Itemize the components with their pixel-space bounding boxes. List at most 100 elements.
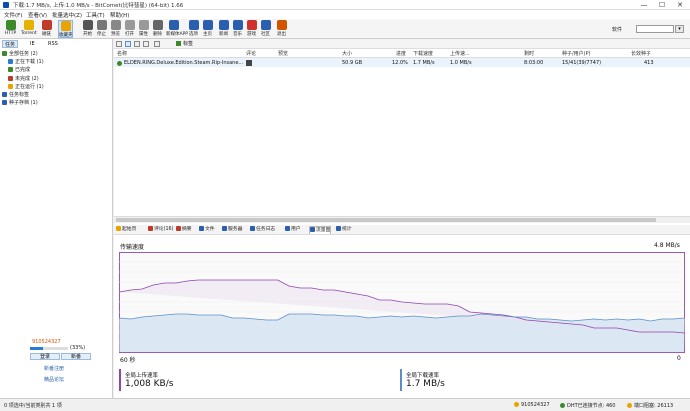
properties-icon bbox=[138, 20, 149, 30]
list-view-icon[interactable] bbox=[116, 41, 122, 47]
column-header-comment[interactable]: 评论 bbox=[246, 50, 256, 57]
boutique-link[interactable]: 精品论坛 bbox=[44, 376, 64, 383]
menu-view[interactable]: 查看(V) bbox=[28, 11, 47, 19]
column-header-preview[interactable]: 预览 bbox=[278, 50, 288, 57]
status-account: 910524327 bbox=[514, 402, 550, 408]
detail-tab-bar: 起始页 评论(16) 摘要 文件 服务器 任务日志 用户 流量图 统计 bbox=[114, 225, 690, 235]
tree-item[interactable]: 种子存档 (1) bbox=[2, 99, 38, 106]
tree-item[interactable]: 正在下载 (1) bbox=[8, 58, 44, 65]
options-button[interactable]: 选项 bbox=[186, 20, 201, 38]
game-button[interactable]: 游戏 bbox=[244, 20, 259, 38]
properties-button[interactable]: 属性 bbox=[136, 20, 151, 38]
tab-traffic[interactable]: 流量图 bbox=[309, 226, 332, 234]
port-status: 端口阻塞: 26113 bbox=[627, 402, 673, 409]
torrent-label: Torrent bbox=[21, 31, 37, 36]
filter-icon[interactable] bbox=[134, 41, 140, 47]
account-number: 910524327 bbox=[32, 339, 61, 345]
sidebar: 任务 IE RSS 910524327 (33%) 登录 新番 新番注册 精品论… bbox=[0, 39, 113, 398]
menu-tools[interactable]: 工具(T) bbox=[86, 11, 105, 19]
downloading-status-icon bbox=[117, 61, 122, 66]
tree-item[interactable]: 未完成 (2) bbox=[8, 75, 39, 82]
open-button[interactable]: 打开 bbox=[122, 20, 137, 38]
menu-help[interactable]: 帮助(H) bbox=[110, 11, 129, 19]
horizontal-scrollbar[interactable] bbox=[114, 216, 690, 223]
stop-icon bbox=[96, 20, 107, 30]
comment-icon[interactable] bbox=[246, 60, 252, 66]
tag-button[interactable]: 标签 bbox=[183, 40, 193, 47]
task-list-header: 名称 评论 预览 大小 进度 下载速度 上传速... 剩时 种子/用户(P) 长效种子 bbox=[114, 49, 690, 58]
upload-legend-value: 1,008 KB/s bbox=[125, 379, 174, 389]
home-label: 主页 bbox=[203, 32, 212, 37]
status-bar: 0 项选中/当前类别共 1 项 910524327 DHT已连接节点: 460 … bbox=[0, 398, 690, 411]
tab-files[interactable]: 文件 bbox=[199, 226, 215, 234]
tree-item[interactable]: 正在运行 (1) bbox=[8, 83, 44, 90]
favorites-button[interactable]: 收藏夹 bbox=[58, 20, 73, 38]
graph-right-label: 0 bbox=[677, 355, 681, 362]
column-header-progress[interactable]: 进度 bbox=[396, 50, 406, 57]
app-icon bbox=[168, 20, 179, 30]
download-legend-value: 1.7 MB/s bbox=[406, 379, 445, 389]
tree-item[interactable]: 任务标签 bbox=[2, 91, 29, 98]
column-header-size[interactable]: 大小 bbox=[342, 50, 352, 57]
tab-start[interactable]: 起始页 bbox=[116, 226, 136, 234]
search-input[interactable] bbox=[636, 25, 674, 33]
close-button[interactable]: ✕ bbox=[671, 0, 689, 10]
column-header-seeds[interactable]: 种子/用户(P) bbox=[562, 50, 591, 57]
tab-log[interactable]: 任务日志 bbox=[250, 226, 275, 234]
sidebar-tab-rss[interactable]: RSS bbox=[46, 40, 60, 48]
column-header-down[interactable]: 下载速度 bbox=[413, 50, 433, 57]
menu-batch[interactable]: 批量选中(Z) bbox=[52, 11, 82, 19]
menu-bar: 文件(F) 查看(V) 批量选中(Z) 工具(T) 帮助(H) bbox=[0, 10, 690, 19]
search-category-label[interactable]: 软件 bbox=[612, 26, 622, 33]
torrent-button[interactable]: Torrent bbox=[21, 20, 37, 38]
tree-item[interactable]: 已完成 bbox=[8, 66, 30, 73]
news-button[interactable]: 新闻 bbox=[216, 20, 231, 38]
maximize-button[interactable]: ☐ bbox=[653, 0, 671, 10]
app-button[interactable]: 新媒体APP bbox=[166, 20, 188, 38]
traffic-tab-icon bbox=[310, 227, 315, 232]
list-toolbar: 标签 bbox=[114, 39, 690, 49]
tab-servers[interactable]: 服务器 bbox=[222, 226, 242, 234]
register-button[interactable]: 新番 bbox=[61, 353, 91, 360]
tab-peers[interactable]: 用户 bbox=[285, 226, 301, 234]
refresh-icon[interactable] bbox=[143, 41, 149, 47]
sidebar-tab-ie[interactable]: IE bbox=[28, 40, 37, 48]
exit-button[interactable]: 退出 bbox=[274, 20, 289, 38]
tab-label: 任务日志 bbox=[256, 227, 276, 232]
column-header-eta[interactable]: 剩时 bbox=[524, 50, 534, 57]
community-icon bbox=[260, 20, 271, 30]
start-button[interactable]: 开始 bbox=[80, 20, 95, 38]
cell-name: ELDEN.RING.Deluxe.Edition.Steam.Rip-Insa… bbox=[124, 60, 244, 66]
login-button[interactable]: 登录 bbox=[30, 353, 60, 360]
tab-summary[interactable]: 摘要 bbox=[176, 226, 192, 234]
stop-button[interactable]: 停止 bbox=[94, 20, 109, 38]
music-button[interactable]: 音乐 bbox=[230, 20, 245, 38]
scrollbar-thumb[interactable] bbox=[116, 218, 656, 222]
preview-button[interactable]: 预览 bbox=[108, 20, 123, 38]
column-header-longseed[interactable]: 长效种子 bbox=[631, 50, 651, 57]
tree-item[interactable]: 全部任务 (2) bbox=[2, 50, 38, 57]
dht-status: DHT已连接节点: 460 bbox=[560, 402, 615, 409]
magnet-button[interactable]: 磁链 bbox=[39, 20, 54, 38]
detail-view-icon[interactable] bbox=[125, 41, 131, 47]
column-header-name[interactable]: 名称 bbox=[117, 50, 127, 57]
home-button[interactable]: 主页 bbox=[200, 20, 215, 38]
tab-label: 统计 bbox=[342, 227, 352, 232]
graph-left-label: 60 秒 bbox=[120, 357, 136, 364]
music-icon bbox=[232, 20, 243, 30]
tab-stats[interactable]: 统计 bbox=[336, 226, 352, 234]
http-button[interactable]: HTTP bbox=[3, 20, 18, 38]
column-header-up[interactable]: 上传速... bbox=[450, 50, 470, 57]
category-icon[interactable] bbox=[154, 41, 160, 47]
menu-file[interactable]: 文件(F) bbox=[4, 11, 22, 19]
news-label: 新闻 bbox=[219, 32, 228, 37]
minimize-button[interactable]: — bbox=[635, 0, 653, 10]
sidebar-tab-tasks[interactable]: 任务 bbox=[2, 40, 19, 48]
tab-comments[interactable]: 评论(16) bbox=[148, 226, 173, 234]
search-dropdown-icon[interactable]: ▾ bbox=[675, 25, 684, 33]
delete-button[interactable]: 删除 bbox=[150, 20, 165, 38]
folder-icon bbox=[8, 59, 13, 65]
tab-label: 文件 bbox=[205, 227, 215, 232]
forum-link[interactable]: 新番注册 bbox=[44, 365, 64, 372]
community-button[interactable]: 社区 bbox=[258, 20, 273, 38]
